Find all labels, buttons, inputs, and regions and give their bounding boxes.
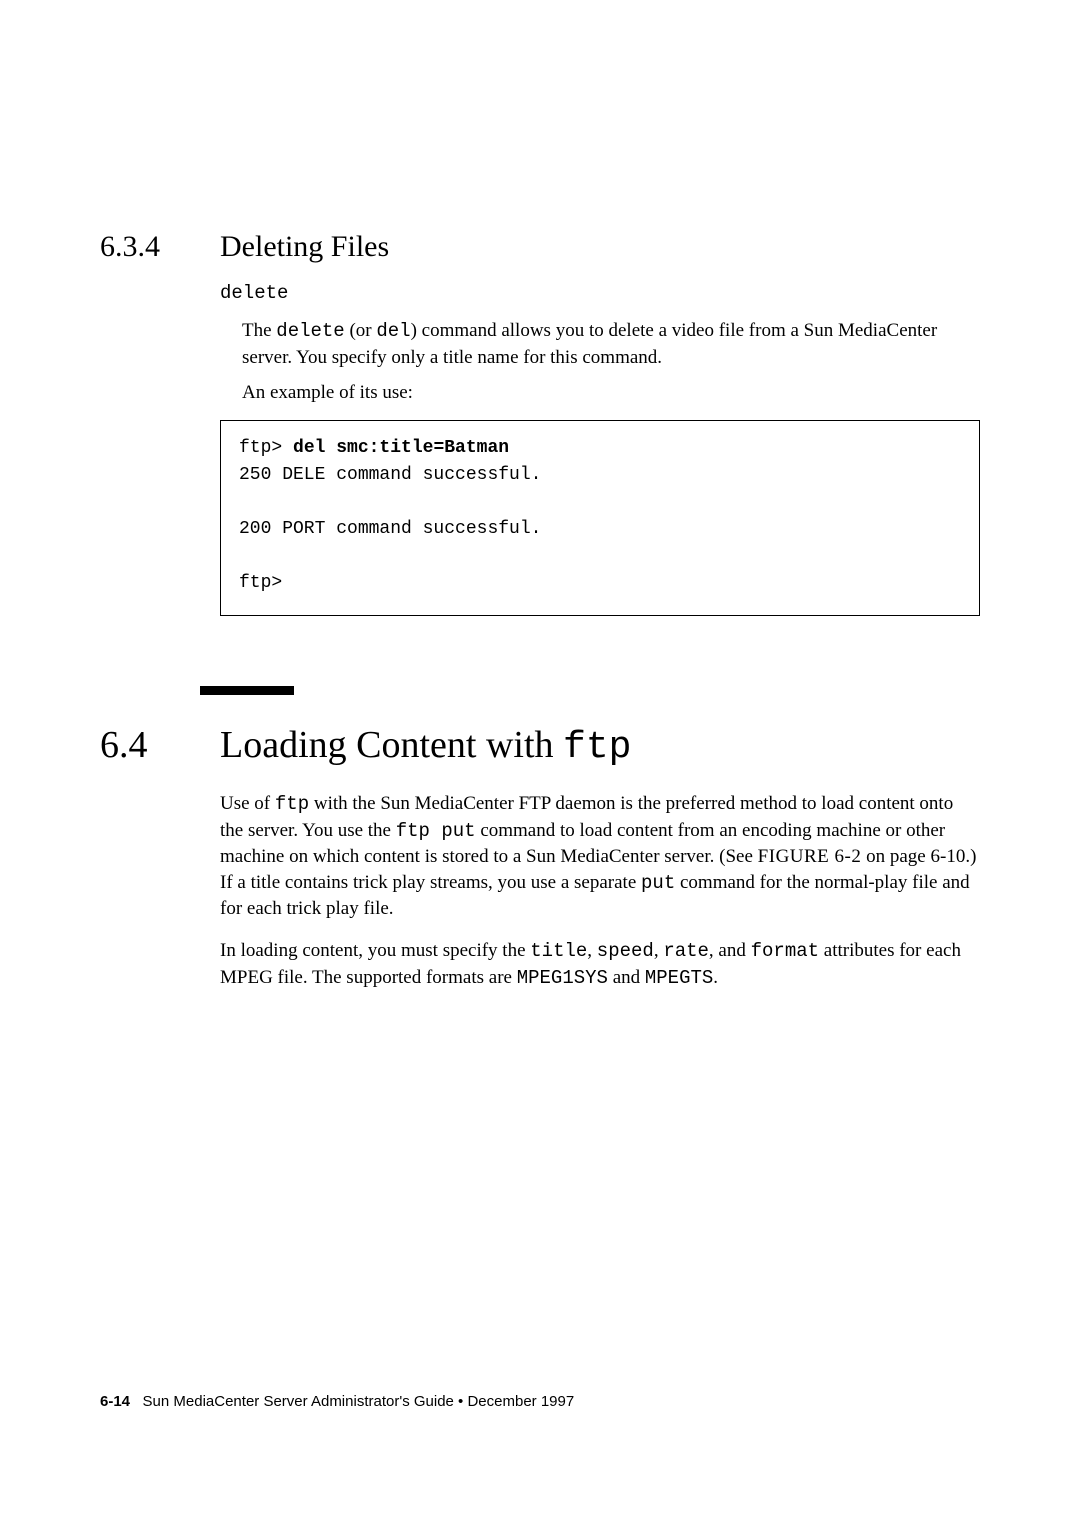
delete-description: The delete (or del) command allows you t…: [242, 318, 980, 370]
code-inline: rate: [663, 940, 709, 962]
command: del smc:title=Batman: [293, 438, 509, 458]
section-6-4-heading: 6.4 Loading Content with ftp: [100, 723, 970, 769]
output-line: 250 DELE command successful.: [239, 465, 541, 485]
code-inline: put: [641, 872, 675, 894]
section-title: Deleting Files: [220, 230, 389, 264]
title-text: Loading Content with: [220, 724, 563, 766]
text: , and: [709, 940, 751, 961]
loading-para-2: In loading content, you must specify the…: [220, 938, 980, 991]
code-example: ftp> del smc:title=Batman 250 DELE comma…: [220, 420, 980, 616]
page-number: 6-14: [100, 1393, 130, 1410]
text: and: [608, 967, 645, 988]
loading-para-1: Use of ftp with the Sun MediaCenter FTP …: [220, 791, 980, 922]
text: ,: [587, 940, 597, 961]
code-inline: MPEGTS: [645, 967, 713, 989]
section-number: 6.4: [100, 723, 220, 767]
code-inline: title: [530, 940, 587, 962]
code-inline: format: [751, 940, 819, 962]
figure-ref: FIGURE 6-2: [758, 846, 862, 867]
output-line: 200 PORT command successful.: [239, 519, 541, 539]
text: (or: [345, 320, 377, 341]
text: The: [242, 320, 276, 341]
code-inline: ftp put: [396, 820, 476, 842]
text: Use of: [220, 793, 275, 814]
text: In loading content, you must specify the: [220, 940, 530, 961]
code-inline: MPEG1SYS: [517, 967, 608, 989]
page: 6.3.4 Deleting Files delete The delete (…: [0, 0, 1080, 1528]
title-code: ftp: [563, 726, 631, 769]
code-inline: ftp: [275, 793, 309, 815]
section-title: Loading Content with ftp: [220, 723, 631, 769]
code-inline: speed: [597, 940, 654, 962]
section-divider-rule: [200, 686, 294, 695]
code-inline: del: [376, 320, 410, 342]
section-number: 6.3.4: [100, 230, 220, 264]
section-6-3-4-body: delete The delete (or del) command allow…: [220, 282, 980, 616]
example-intro: An example of its use:: [242, 380, 980, 406]
footer-text: Sun MediaCenter Server Administrator's G…: [143, 1393, 575, 1410]
prompt: ftp>: [239, 573, 282, 593]
prompt: ftp>: [239, 438, 293, 458]
page-footer: 6-14 Sun MediaCenter Server Administrato…: [100, 1393, 574, 1410]
text: ,: [654, 940, 664, 961]
section-6-4-body: Use of ftp with the Sun MediaCenter FTP …: [220, 791, 980, 991]
code-inline: delete: [276, 320, 344, 342]
section-6-3-4-heading: 6.3.4 Deleting Files: [100, 230, 970, 264]
text: .: [713, 967, 718, 988]
delete-keyword: delete: [220, 282, 980, 304]
